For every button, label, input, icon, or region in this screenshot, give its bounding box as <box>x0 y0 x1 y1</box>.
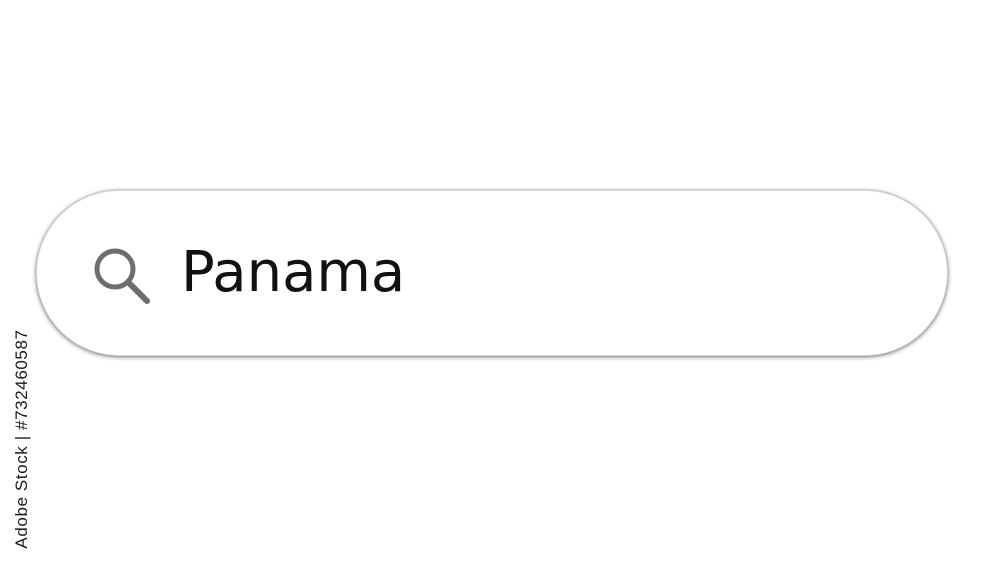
stock-watermark: Adobe Stock | #732460587 <box>7 324 37 554</box>
stage: Adobe Stock | #732460587 <box>0 0 1000 563</box>
stock-watermark-text: Adobe Stock | #732460587 <box>12 329 31 549</box>
search-bar[interactable] <box>36 190 948 356</box>
search-input[interactable] <box>181 233 901 313</box>
search-icon[interactable] <box>87 241 155 309</box>
